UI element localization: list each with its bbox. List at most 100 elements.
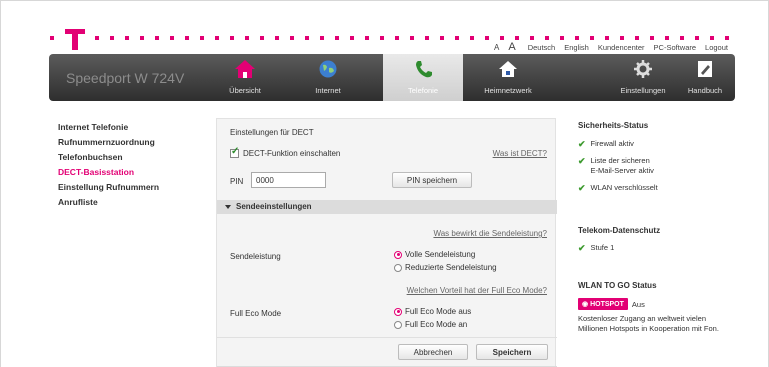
brand-dot — [95, 36, 99, 40]
hotspot-badge[interactable]: ◉ HOTSPOT — [578, 298, 628, 310]
dect-enable-checkbox[interactable] — [230, 146, 239, 158]
brand-dot — [170, 36, 174, 40]
brand-dot — [125, 36, 129, 40]
nav-label: Handbuch — [687, 86, 723, 95]
lang-deutsch-link[interactable]: Deutsch — [528, 43, 556, 52]
section-sendeeinstellungen[interactable]: Sendeeinstellungen — [217, 200, 557, 214]
power-option-full[interactable]: Volle Sendeleistung — [394, 250, 475, 259]
eco-option-label: Full Eco Mode aus — [405, 307, 472, 316]
brand-dot — [335, 36, 339, 40]
sidebar: Internet Telefonie Rufnummernzuordnung T… — [58, 120, 208, 210]
logout-link[interactable]: Logout — [705, 43, 728, 52]
power-option-label: Volle Sendeleistung — [405, 250, 476, 259]
brand-dot — [110, 36, 114, 40]
home-icon — [235, 60, 255, 78]
brand-dot — [455, 36, 459, 40]
brand-dot — [545, 36, 549, 40]
brand-dot — [500, 36, 504, 40]
check-icon: ✔ — [578, 139, 586, 149]
dect-settings-panel: Einstellungen für DECT DECT-Funktion ein… — [216, 118, 557, 367]
help-power-link[interactable]: Was bewirkt die Sendeleistung? — [433, 229, 547, 238]
pin-save-button[interactable]: PIN speichern — [392, 172, 472, 188]
nav-uebersicht[interactable]: Übersicht — [214, 54, 276, 101]
manual-icon — [698, 61, 712, 77]
wlan-title: WLAN TO GO Status — [578, 281, 657, 290]
cancel-button[interactable]: Abbrechen — [398, 344, 468, 360]
brand-dot — [590, 36, 594, 40]
pin-input[interactable] — [251, 172, 326, 188]
help-eco-link[interactable]: Welchen Vorteil hat der Full Eco Mode? — [407, 286, 547, 295]
brand-dot — [560, 36, 564, 40]
hotspot-state: Aus — [631, 299, 645, 309]
pin-label: PIN — [230, 177, 244, 186]
pc-software-link[interactable]: PC-Software — [654, 43, 697, 52]
nav-einstellungen[interactable]: Einstellungen — [612, 54, 674, 101]
brand-dot — [215, 36, 219, 40]
nav-heimnetzwerk[interactable]: Heimnetzwerk — [468, 54, 548, 101]
help-dect-link[interactable]: Was ist DECT? — [493, 149, 547, 158]
hotspot-status: ◉ HOTSPOT Aus — [578, 298, 645, 310]
security-item: ✔ Liste der sicheren E-Mail-Server aktiv — [578, 156, 654, 175]
power-label: Sendeleistung — [230, 252, 281, 261]
brand-dot — [605, 36, 609, 40]
page-frame: A A Deutsch English Kundencenter PC-Soft… — [0, 0, 769, 367]
brand-dot — [575, 36, 579, 40]
brand-dot — [245, 36, 249, 40]
radio-selected-icon — [394, 250, 402, 259]
save-button[interactable]: Speichern — [476, 344, 548, 360]
privacy-item: ✔ Stufe 1 — [578, 243, 615, 253]
sidebar-item-einstellung-rufnummern[interactable]: Einstellung Rufnummern — [58, 180, 208, 195]
collapse-triangle-icon — [225, 204, 231, 209]
sidebar-item-dect-basisstation[interactable]: DECT-Basisstation — [58, 165, 208, 180]
brand-dot — [275, 36, 279, 40]
eco-option-label: Full Eco Mode an — [405, 320, 468, 329]
font-size-small-button[interactable]: A — [494, 43, 499, 52]
nav-internet[interactable]: Internet — [298, 54, 358, 101]
nav-label: Heimnetzwerk — [484, 86, 532, 95]
sidebar-item-internet-telefonie[interactable]: Internet Telefonie — [58, 120, 208, 135]
dect-enable-label: DECT-Funktion einschalten — [243, 149, 341, 158]
eco-option-on[interactable]: Full Eco Mode an — [394, 320, 467, 329]
radio-unselected-icon — [394, 263, 402, 272]
gear-icon — [634, 60, 652, 78]
brand-dot — [50, 36, 54, 40]
font-size-large-button[interactable]: A — [508, 41, 515, 53]
section-title: Sendeeinstellungen — [236, 202, 312, 211]
radio-unselected-icon — [394, 320, 402, 329]
brand-dot — [695, 36, 699, 40]
brand-dot — [365, 36, 369, 40]
brand-dot — [305, 36, 309, 40]
brand-dot — [515, 36, 519, 40]
lang-english-link[interactable]: English — [564, 43, 589, 52]
nav-label: Telefonie — [407, 86, 439, 95]
brand-dot — [200, 36, 204, 40]
brand-dot — [155, 36, 159, 40]
brand-dot — [470, 36, 474, 40]
brand-dot — [380, 36, 384, 40]
nav-label: Internet — [315, 86, 341, 95]
brand-dot — [485, 36, 489, 40]
brand-dot — [680, 36, 684, 40]
power-option-reduced[interactable]: Reduzierte Sendeleistung — [394, 263, 497, 272]
power-option-label: Reduzierte Sendeleistung — [405, 263, 497, 272]
main-navbar: Speedport W 724V Übersicht Internet Tele… — [49, 54, 735, 101]
eco-option-off[interactable]: Full Eco Mode aus — [394, 307, 471, 316]
sidebar-item-anrufliste[interactable]: Anrufliste — [58, 195, 208, 210]
check-icon: ✔ — [578, 156, 586, 166]
panel-title: Einstellungen für DECT — [230, 128, 314, 137]
nav-handbuch[interactable]: Handbuch — [680, 54, 730, 101]
kundencenter-link[interactable]: Kundencenter — [598, 43, 645, 52]
brand-dot — [350, 36, 354, 40]
nav-telefonie[interactable]: Telefonie — [383, 54, 463, 101]
brand-dot — [395, 36, 399, 40]
telekom-logo[interactable] — [65, 29, 89, 51]
phone-icon — [416, 61, 432, 78]
nav-label: Übersicht — [229, 86, 261, 95]
sidebar-item-rufnummernzuordnung[interactable]: Rufnummernzuordnung — [58, 135, 208, 150]
divider — [217, 337, 557, 338]
brand-dot — [650, 36, 654, 40]
sidebar-item-telefonbuchsen[interactable]: Telefonbuchsen — [58, 150, 208, 165]
check-icon: ✔ — [578, 183, 586, 193]
brand-dot — [710, 36, 714, 40]
top-links: A A Deutsch English Kundencenter PC-Soft… — [494, 41, 728, 53]
